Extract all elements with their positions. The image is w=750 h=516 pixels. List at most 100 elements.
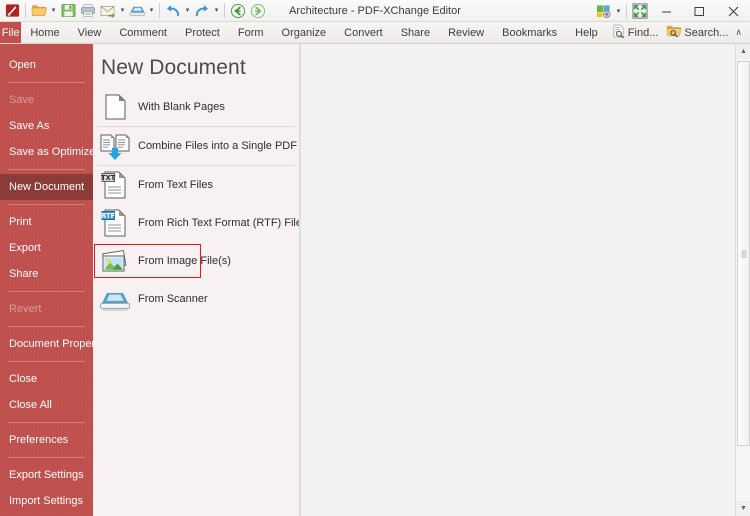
image-file-icon — [99, 245, 131, 277]
open-folder-dropdown-arrow[interactable]: ▾ — [49, 1, 58, 21]
sidebar-separator-6 — [8, 361, 85, 362]
open-folder-icon[interactable] — [29, 1, 49, 21]
tab-bookmarks[interactable]: Bookmarks — [493, 22, 566, 43]
sidebar-item-close[interactable]: Close — [0, 366, 93, 392]
sidebar-item-open[interactable]: Open — [0, 52, 93, 78]
qat-separator-2 — [159, 3, 160, 18]
sidebar-separator-2 — [8, 169, 85, 170]
new-doc-combine-files[interactable]: Combine Files into a Single PDF — [93, 127, 299, 165]
sidebar-top-spacer — [0, 44, 93, 52]
email-icon[interactable] — [98, 1, 118, 21]
sidebar-item-new-document[interactable]: New Document — [0, 174, 93, 200]
redo-icon[interactable] — [192, 1, 212, 21]
qat-separator-1 — [25, 3, 26, 18]
sidebar-item-save-as-optimized[interactable]: Save as Optimized — [0, 139, 93, 165]
new-doc-from-rtf-files[interactable]: RTF From Rich Text Format (RTF) Files — [93, 204, 299, 242]
print-icon[interactable] — [78, 1, 98, 21]
tools-dropdown-arrow[interactable]: ▾ — [614, 1, 623, 21]
document-content-area — [300, 44, 735, 516]
tab-convert[interactable]: Convert — [335, 22, 392, 43]
entry-label: From Scanner — [138, 293, 208, 305]
tab-home[interactable]: Home — [21, 22, 68, 43]
sidebar-item-save-as[interactable]: Save As — [0, 113, 93, 139]
vertical-scrollbar[interactable]: ▲ ▼ — [735, 44, 750, 516]
sidebar-item-preferences[interactable]: Preferences — [0, 427, 93, 453]
sidebar-item-share[interactable]: Share — [0, 261, 93, 287]
txt-file-icon: TXT — [99, 169, 131, 201]
sidebar-separator-7 — [8, 422, 85, 423]
tab-comment[interactable]: Comment — [110, 22, 176, 43]
combine-files-icon — [99, 130, 131, 162]
new-doc-from-image-files[interactable]: From Image File(s) — [93, 242, 299, 280]
sidebar-item-save: Save — [9, 94, 35, 106]
scrollbar-grip-icon — [741, 250, 746, 257]
sidebar-separator-8 — [8, 457, 85, 458]
title-bar: ▾ ▾ ▾ ▾ ▾ Architecture - PDF-XChange Edi… — [0, 0, 750, 22]
scanner-dropdown-arrow[interactable]: ▾ — [147, 1, 156, 21]
sidebar-item-export-settings[interactable]: Export Settings — [0, 462, 93, 488]
search-folder-icon — [666, 24, 682, 41]
qat-separator-3 — [224, 3, 225, 18]
new-doc-from-scanner[interactable]: From Scanner — [93, 280, 299, 318]
tools-icon[interactable] — [594, 1, 614, 21]
minimize-button[interactable] — [650, 0, 683, 22]
new-document-panel: New Document With Blank Pages Combine Fi… — [93, 44, 300, 516]
sidebar-item-revert: Revert — [9, 303, 42, 315]
entry-label: From Text Files — [138, 179, 213, 191]
tab-review[interactable]: Review — [439, 22, 493, 43]
find-icon — [611, 24, 626, 41]
sidebar-separator-4 — [8, 291, 85, 292]
ribbon-tab-bar: File Home View Comment Protect Form Orga… — [0, 22, 750, 44]
save-icon[interactable] — [58, 1, 78, 21]
application-window: ▾ ▾ ▾ ▾ ▾ Architecture - PDF-XChange Edi… — [0, 0, 750, 516]
quick-access-toolbar: ▾ ▾ ▾ ▾ ▾ — [0, 0, 268, 22]
forward-icon[interactable] — [248, 1, 268, 21]
maximize-button[interactable] — [683, 0, 716, 22]
back-icon[interactable] — [228, 1, 248, 21]
undo-dropdown-arrow[interactable]: ▾ — [183, 1, 192, 21]
tab-protect[interactable]: Protect — [176, 22, 229, 43]
window-controls-area: ▾ — [594, 0, 750, 22]
tab-form[interactable]: Form — [229, 22, 273, 43]
tab-file[interactable]: File — [0, 22, 22, 43]
entry-label: From Image File(s) — [138, 255, 231, 267]
tab-help[interactable]: Help — [566, 22, 607, 43]
scrollbar-thumb[interactable] — [737, 61, 750, 446]
tab-view[interactable]: View — [69, 22, 111, 43]
sidebar-item-import-settings[interactable]: Import Settings — [0, 488, 93, 514]
new-doc-with-blank-pages[interactable]: With Blank Pages — [93, 88, 299, 126]
titlebar-separator — [626, 3, 627, 19]
scanner-icon[interactable] — [127, 1, 147, 21]
fullscreen-icon[interactable] — [630, 1, 650, 21]
sidebar-separator-5 — [8, 326, 85, 327]
sidebar-item-print[interactable]: Print — [0, 209, 93, 235]
rtf-file-icon: RTF — [99, 207, 131, 239]
blank-page-icon — [99, 91, 131, 123]
scanner-icon — [99, 283, 131, 315]
entry-label: With Blank Pages — [138, 101, 225, 113]
app-logo-icon[interactable] — [2, 1, 22, 21]
find-label: Find... — [627, 26, 659, 39]
page-title: New Document — [101, 56, 246, 79]
close-button[interactable] — [716, 0, 750, 22]
sidebar-separator-3 — [8, 204, 85, 205]
scroll-down-arrow-icon[interactable]: ▼ — [736, 501, 750, 516]
entry-label: Combine Files into a Single PDF — [138, 140, 297, 152]
undo-icon[interactable] — [163, 1, 183, 21]
tab-share[interactable]: Share — [392, 22, 439, 43]
tab-organize[interactable]: Organize — [273, 22, 336, 43]
sidebar-item-close-all[interactable]: Close All — [0, 392, 93, 418]
search-button[interactable]: Search... — [662, 22, 732, 44]
entry-label: From Rich Text Format (RTF) Files — [138, 217, 300, 229]
sidebar-item-export[interactable]: Export — [0, 235, 93, 261]
sidebar-separator-1 — [8, 82, 85, 83]
email-dropdown-arrow[interactable]: ▾ — [118, 1, 127, 21]
find-button[interactable]: Find... — [607, 22, 663, 44]
svg-text:RTF: RTF — [101, 212, 115, 220]
redo-dropdown-arrow[interactable]: ▾ — [212, 1, 221, 21]
scroll-up-arrow-icon[interactable]: ▲ — [736, 44, 750, 59]
new-doc-from-text-files[interactable]: TXT From Text Files — [93, 166, 299, 204]
collapse-ribbon-icon[interactable]: ∧ — [732, 27, 748, 38]
ribbon-right-tools: Find... Search... ∧ — [607, 22, 750, 43]
sidebar-item-document-properties[interactable]: Document Properties — [0, 331, 93, 357]
